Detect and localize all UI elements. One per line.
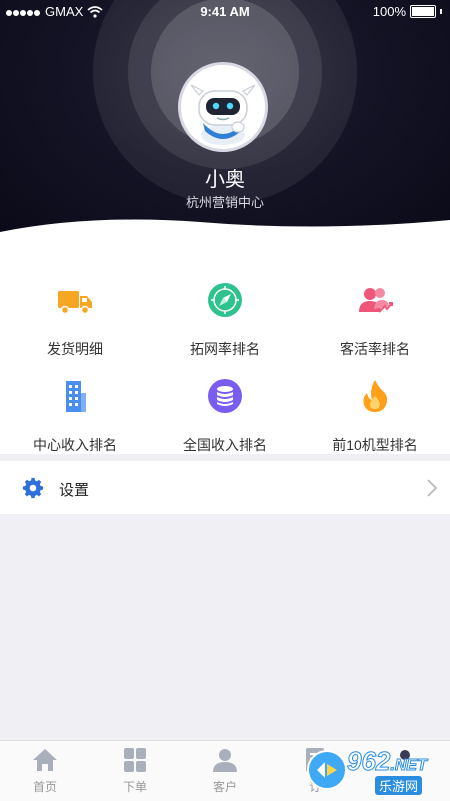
tab-order[interactable]: 下单	[90, 741, 180, 801]
watermark-subtitle: 乐游网	[375, 776, 423, 795]
avatar[interactable]	[178, 62, 268, 152]
header-wave	[0, 219, 450, 240]
menu-item-network-rank[interactable]: 拓网率排名	[150, 270, 300, 366]
menu-item-label: 发货明细	[47, 341, 103, 357]
home-icon	[33, 749, 57, 771]
grid-icon	[124, 748, 146, 772]
site-watermark: 962.NET 乐游网	[305, 744, 445, 796]
profile-header: 小奥 杭州营销中心 GMAX 9:41 AM 100%	[0, 0, 450, 240]
menu-item-label: 拓网率排名	[190, 341, 260, 357]
settings-row[interactable]: 设置	[0, 461, 450, 514]
users-trend-icon	[359, 288, 393, 313]
menu-item-center-revenue-rank[interactable]: 中心收入排名	[0, 366, 150, 462]
chevron-right-icon	[427, 479, 438, 497]
menu-item-label: 前10机型排名	[332, 437, 418, 453]
battery-tip	[440, 9, 442, 14]
feature-grid: 发货明细 拓网率排名 客活率排名 中心收入排名 全国收入排名 前10机型排名	[0, 240, 450, 454]
status-bar: GMAX 9:41 AM 100%	[0, 0, 450, 24]
database-icon	[208, 379, 242, 413]
customer-icon	[213, 749, 237, 772]
building-icon	[66, 381, 86, 412]
battery-status: 100%	[373, 4, 442, 19]
tab-label: 首页	[32, 780, 57, 794]
tab-label: 客户	[212, 780, 237, 794]
gear-icon	[22, 477, 44, 499]
tab-customers[interactable]: 客户	[180, 741, 270, 801]
tab-label: 下单	[122, 780, 147, 794]
watermark-number: 962	[346, 746, 391, 777]
robot-mascot-avatar-icon	[190, 84, 256, 145]
user-department: 杭州营销中心	[185, 195, 264, 210]
menu-item-label: 全国收入排名	[183, 437, 267, 453]
watermark-suffix: .NET	[390, 757, 427, 775]
menu-item-national-revenue-rank[interactable]: 全国收入排名	[150, 366, 300, 462]
tab-home[interactable]: 首页	[0, 741, 90, 801]
battery-percent: 100%	[372, 4, 406, 19]
flame-icon	[363, 380, 388, 412]
user-name: 小奥	[205, 169, 245, 191]
menu-item-label: 客活率排名	[340, 341, 410, 357]
truck-icon	[58, 291, 92, 315]
menu-item-top10-models-rank[interactable]: 前10机型排名	[300, 366, 450, 462]
settings-label: 设置	[59, 482, 90, 499]
menu-item-label: 中心收入排名	[33, 437, 117, 453]
compass-icon	[208, 283, 242, 317]
menu-item-shipment-detail[interactable]: 发货明细	[0, 270, 150, 366]
battery-icon	[410, 5, 436, 18]
menu-item-customer-activity-rank[interactable]: 客活率排名	[300, 270, 450, 366]
